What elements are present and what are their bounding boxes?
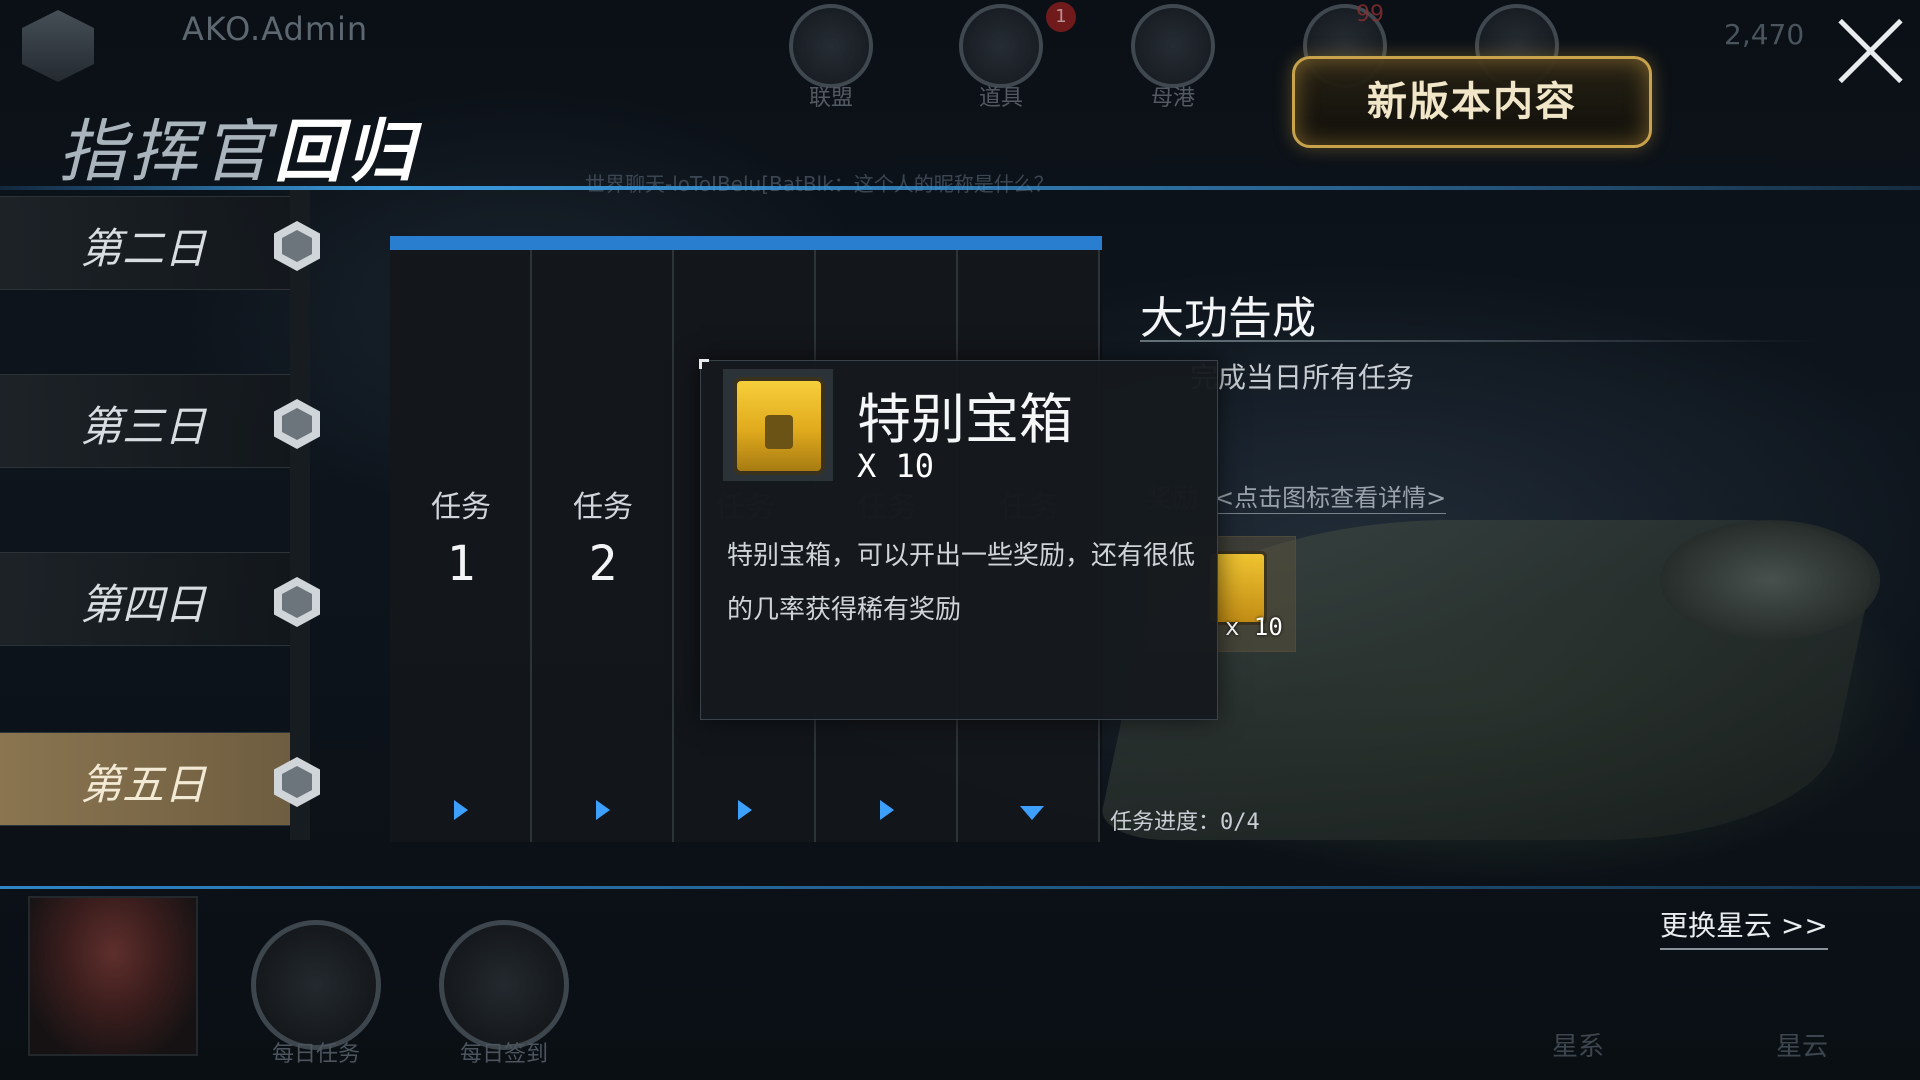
progress-label: 任务进度： xyxy=(1110,810,1221,835)
task-number: 1 xyxy=(446,536,476,592)
items-label: 道具 xyxy=(978,86,1023,111)
day-tab-label: 第四日 xyxy=(80,580,207,629)
mail-badge: 99 xyxy=(1356,2,1384,27)
tooltip-corner xyxy=(699,359,709,369)
tooltip-item-description: 特别宝箱，可以开出一些奖励，还有很低的几率获得稀有奖励 xyxy=(727,541,1196,625)
title-divider xyxy=(0,186,1920,190)
currency-amount: 2,470 xyxy=(1724,18,1805,51)
alliance-button[interactable]: 联盟 xyxy=(786,4,876,112)
chest-icon xyxy=(959,4,1043,88)
fingerprint-icon xyxy=(439,920,569,1050)
nebula-nav-label[interactable]: 星云 xyxy=(1776,1026,1828,1063)
expand-arrow-icon[interactable] xyxy=(596,800,610,820)
reward-quantity: x 10 xyxy=(1225,613,1283,641)
daily-tasks-label: 每日任务 xyxy=(271,1042,360,1067)
helmet-icon xyxy=(1131,4,1215,88)
page-title-emphasis: 回归 xyxy=(274,113,419,192)
triangle-icon xyxy=(251,920,381,1050)
notification-badge: 1 xyxy=(1046,2,1076,32)
daily-signin-label: 每日签到 xyxy=(459,1042,548,1067)
day-tab-2[interactable]: 第二日 xyxy=(0,196,320,290)
items-button[interactable]: 道具 xyxy=(956,4,1046,112)
expand-arrow-icon[interactable] xyxy=(738,800,752,820)
globe-icon xyxy=(789,4,873,88)
day-tab-label: 第五日 xyxy=(80,760,207,809)
faction-logo-icon[interactable] xyxy=(22,10,94,82)
day-tab-3[interactable]: 第三日 xyxy=(0,374,320,468)
task-number: 2 xyxy=(588,536,618,592)
bottom-divider xyxy=(0,886,1920,889)
change-nebula-link[interactable]: 更换星云 >> xyxy=(1660,904,1828,950)
mission-description: 完成当日所有任务 xyxy=(1190,361,1415,394)
treasure-chest-icon xyxy=(733,377,825,475)
mission-title: 大功告成 xyxy=(1140,293,1316,344)
page-title: 指挥官回归 xyxy=(58,96,418,195)
item-tooltip: 特别宝箱 X 10 特别宝箱，可以开出一些奖励，还有很低的几率获得稀有奖励 xyxy=(699,359,1218,720)
home-port-label: 母港 xyxy=(1150,86,1195,111)
close-icon[interactable] xyxy=(1836,16,1906,86)
new-version-button[interactable]: 新版本内容 xyxy=(1292,56,1652,148)
expand-arrow-icon[interactable] xyxy=(880,800,894,820)
task-column-2[interactable]: 任务 2 xyxy=(532,250,674,842)
spaceship-dome-artwork xyxy=(1660,520,1880,640)
collapse-arrow-icon[interactable] xyxy=(1020,806,1044,820)
galaxy-nav-label[interactable]: 星系 xyxy=(1552,1026,1604,1063)
progress-value: 0/4 xyxy=(1220,810,1260,835)
task-column-1[interactable]: 任务 1 xyxy=(390,250,532,842)
commander-avatar[interactable] xyxy=(28,896,198,1056)
home-port-button[interactable]: 母港 xyxy=(1128,4,1218,112)
chat-ticker[interactable]: 世界聊天-loToIBelu[BatBlk：这个人的昵称是什么？ xyxy=(585,168,1054,197)
daily-signin-button[interactable]: 每日签到 xyxy=(434,920,574,1068)
day-tab-4[interactable]: 第四日 xyxy=(0,552,320,646)
tooltip-item-quantity: X 10 xyxy=(857,447,935,485)
day-tab-5[interactable]: 第五日 xyxy=(0,732,320,826)
expand-arrow-icon[interactable] xyxy=(454,800,468,820)
task-progress: 任务进度：0/4 xyxy=(1110,804,1260,836)
daily-tasks-button[interactable]: 每日任务 xyxy=(246,920,386,1068)
sidebar-rail xyxy=(290,190,310,840)
tooltip-item-frame xyxy=(723,369,833,481)
task-panel-topbar xyxy=(390,236,1102,250)
day-tab-label: 第三日 xyxy=(80,402,207,451)
reward-hint: <点击图标查看详情> xyxy=(1214,478,1447,514)
page-title-prefix: 指挥官 xyxy=(58,113,275,192)
tooltip-item-name: 特别宝箱 xyxy=(857,388,1073,451)
mission-divider xyxy=(1140,340,1820,342)
task-label: 任务 xyxy=(573,490,633,525)
task-label: 任务 xyxy=(431,490,491,525)
alliance-label: 联盟 xyxy=(808,86,853,111)
player-name: AKO.Admin xyxy=(182,10,369,48)
day-tab-label: 第二日 xyxy=(80,224,207,273)
